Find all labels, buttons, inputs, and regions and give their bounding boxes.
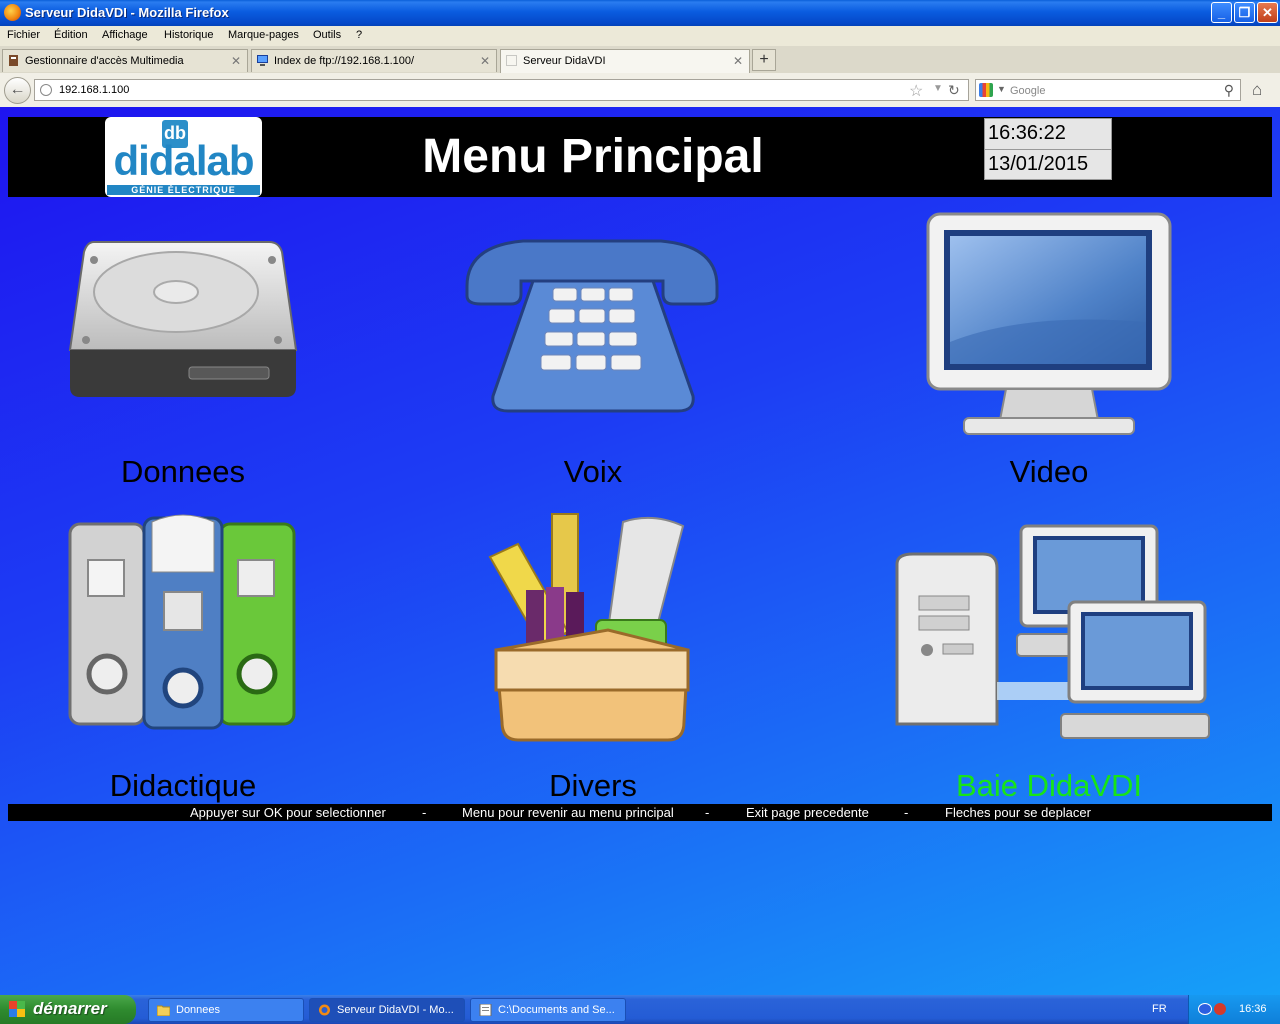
- binders-icon: [68, 514, 296, 730]
- menu-affichage[interactable]: Affichage: [102, 29, 148, 41]
- help-text-ok: Appuyer sur OK pour selectionner: [190, 805, 386, 820]
- menu-fichier[interactable]: Fichier: [7, 29, 40, 41]
- home-icon[interactable]: ⌂: [1252, 80, 1262, 100]
- tab-gestionnaire[interactable]: Gestionnaire d'accès Multimedia ✕: [2, 49, 248, 72]
- firefox-icon: [4, 4, 21, 21]
- tab-label: Gestionnaire d'accès Multimedia: [25, 55, 184, 67]
- task-label: Serveur DidaVDI - Mo...: [337, 1004, 454, 1016]
- box-of-supplies-icon: [488, 513, 690, 742]
- menu-item-video[interactable]: Video: [918, 212, 1180, 492]
- back-arrow-icon: ←: [9, 81, 26, 98]
- task-label: C:\Documents and Se...: [498, 1004, 615, 1016]
- page-title: Menu Principal: [422, 130, 764, 183]
- language-indicator[interactable]: FR: [1152, 1003, 1167, 1015]
- help-text-menu: Menu pour revenir au menu principal: [462, 805, 674, 820]
- task-donnees[interactable]: Donnees: [148, 998, 304, 1022]
- menu-item-didactique[interactable]: Didactique: [58, 512, 308, 807]
- logo-brand: didalab: [113, 137, 254, 184]
- page-content: db didalab GÉNIE ÉLECTRIQUE Menu Princip…: [0, 107, 1280, 995]
- blank-page-icon: [506, 55, 517, 66]
- search-box[interactable]: ▼ Google ⚲: [975, 79, 1241, 101]
- menu-item-voix[interactable]: Voix: [463, 212, 723, 492]
- help-separator: -: [705, 805, 710, 820]
- notepad-icon: [479, 1004, 492, 1016]
- tab-label: Index de ftp://192.168.1.100/: [274, 55, 415, 67]
- help-separator: -: [422, 805, 427, 820]
- close-button[interactable]: ✕: [1257, 2, 1278, 23]
- menu-historique[interactable]: Historique: [164, 29, 214, 41]
- windows-logo-icon: [9, 1001, 25, 1017]
- didalab-logo: db didalab GÉNIE ÉLECTRIQUE: [105, 117, 262, 197]
- menu-item-divers[interactable]: Divers: [463, 512, 723, 807]
- history-dropdown-icon[interactable]: ▼: [933, 83, 943, 94]
- new-tab-button[interactable]: +: [752, 49, 776, 71]
- address-bar[interactable]: 192.168.1.100 ☆ ▼ ↻: [34, 79, 969, 101]
- tab-close-icon[interactable]: ✕: [231, 54, 241, 68]
- tab-serveur-didavdi[interactable]: Serveur DidaVDI ✕: [500, 49, 750, 74]
- engine-dropdown-icon[interactable]: ▼: [997, 84, 1006, 94]
- tab-ftp-index[interactable]: Index de ftp://192.168.1.100/ ✕: [251, 49, 497, 72]
- help-separator: -: [904, 805, 909, 820]
- window-titlebar: Serveur DidaVDI - Mozilla Firefox _ ❐ ✕: [0, 0, 1280, 26]
- menu-item-label: Video: [1009, 454, 1089, 489]
- search-magnifier-icon[interactable]: ⚲: [1224, 82, 1234, 99]
- tab-close-icon[interactable]: ✕: [733, 54, 743, 68]
- menu-item-label: Baie DidaVDI: [955, 768, 1143, 803]
- task-notepad[interactable]: C:\Documents and Se...: [470, 998, 626, 1022]
- start-label: démarrer: [33, 999, 107, 1018]
- menu-item-baie-didavdi[interactable]: Baie DidaVDI: [893, 512, 1210, 807]
- start-button[interactable]: démarrer: [0, 995, 136, 1024]
- menu-item-donnees[interactable]: Donnees: [58, 212, 308, 492]
- system-tray: 16:36: [1188, 995, 1280, 1024]
- tab-label: Serveur DidaVDI: [523, 55, 606, 67]
- clock-box: 16:36:22 13/01/2015: [984, 118, 1112, 180]
- menu-item-label: Didactique: [109, 768, 257, 803]
- logo-subtitle: GÉNIE ÉLECTRIQUE: [107, 185, 260, 195]
- tab-close-icon[interactable]: ✕: [480, 54, 490, 68]
- monitor-icon: [926, 212, 1172, 435]
- menu-help[interactable]: ?: [356, 29, 362, 41]
- reload-icon[interactable]: ↻: [948, 82, 960, 99]
- globe-icon: [40, 84, 52, 96]
- menu-item-label: Voix: [563, 454, 623, 489]
- taskbar: démarrer Donnees Serveur DidaVDI - Mo...…: [0, 995, 1280, 1024]
- network-tray-icon[interactable]: [1198, 1003, 1212, 1015]
- tab-bar: Gestionnaire d'accès Multimedia ✕ Index …: [0, 46, 1280, 74]
- navigation-bar: ← 192.168.1.100 ☆ ▼ ↻ ▼ Google ⚲ ⌂: [0, 73, 1280, 108]
- computer-icon: [257, 55, 268, 66]
- network-computers-icon: [895, 524, 1210, 739]
- help-text-exit: Exit page precedente: [746, 805, 869, 820]
- menu-item-label: Donnees: [120, 454, 246, 489]
- url-text: 192.168.1.100: [59, 84, 130, 96]
- help-footer: Appuyer sur OK pour selectionner - Menu …: [8, 804, 1272, 821]
- tray-clock: 16:36: [1239, 1003, 1267, 1015]
- bookmark-star-icon[interactable]: ☆: [909, 81, 923, 101]
- clock-time: 16:36:22: [988, 122, 1066, 144]
- search-placeholder: Google: [1010, 85, 1046, 97]
- page-header: db didalab GÉNIE ÉLECTRIQUE Menu Princip…: [8, 117, 1272, 197]
- telephone-icon: [465, 239, 719, 413]
- window-title: Serveur DidaVDI - Mozilla Firefox: [25, 5, 229, 20]
- minimize-button[interactable]: _: [1211, 2, 1232, 23]
- clock-date: 13/01/2015: [988, 153, 1089, 175]
- menu-outils[interactable]: Outils: [313, 29, 341, 41]
- menu-item-label: Divers: [549, 768, 637, 803]
- hard-drive-icon: [68, 241, 298, 397]
- clock-divider: [985, 149, 1111, 150]
- help-text-arrows: Fleches pour se deplacer: [945, 805, 1091, 820]
- maximize-button[interactable]: ❐: [1234, 2, 1255, 23]
- security-tray-icon[interactable]: [1214, 1003, 1226, 1015]
- menu-edition[interactable]: Édition: [54, 29, 88, 41]
- menu-bar: Fichier Édition Affichage Historique Mar…: [0, 26, 1280, 46]
- google-icon[interactable]: [979, 83, 993, 97]
- folder-icon: [157, 1005, 170, 1016]
- firefox-icon: [319, 1004, 330, 1016]
- task-firefox[interactable]: Serveur DidaVDI - Mo...: [309, 998, 465, 1022]
- task-label: Donnees: [176, 1004, 221, 1016]
- back-button[interactable]: ←: [4, 77, 31, 104]
- menu-marque-pages[interactable]: Marque-pages: [228, 29, 299, 41]
- page-icon: [9, 55, 18, 66]
